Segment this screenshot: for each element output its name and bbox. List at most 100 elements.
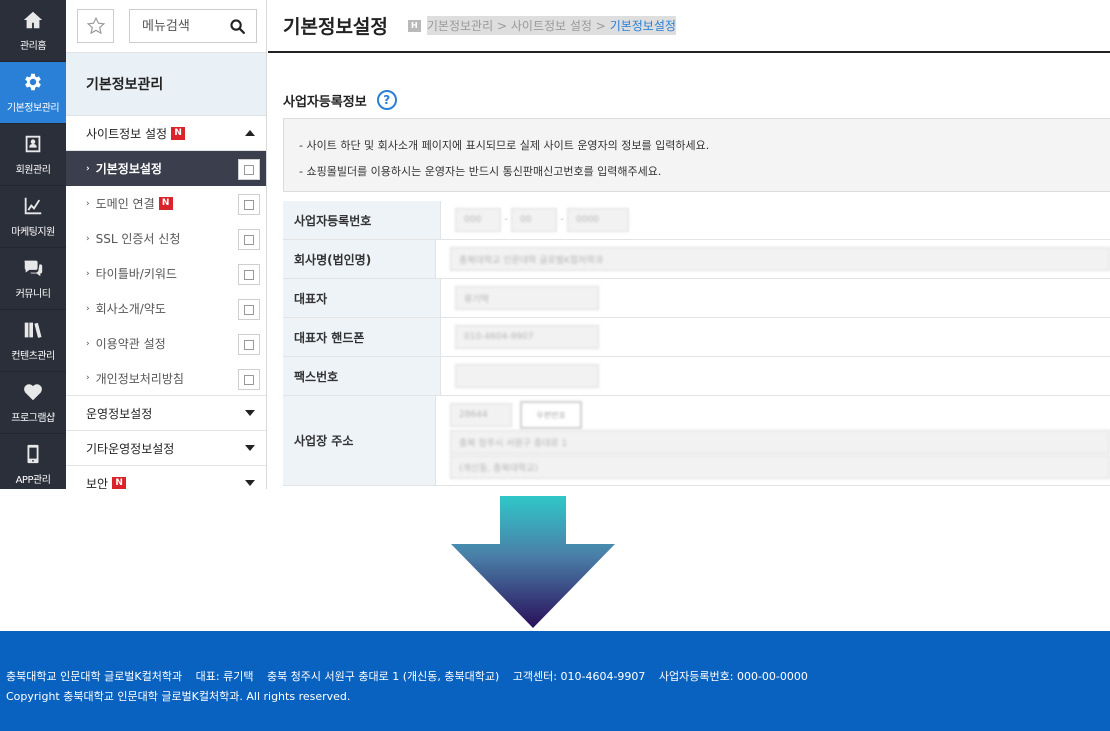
section-header: 사업자등록정보 ? — [283, 90, 397, 110]
caret-down-icon — [245, 480, 255, 486]
menu-toolbar — [66, 0, 266, 53]
menu-group-site-info[interactable]: 사이트정보 설정 N — [66, 116, 266, 151]
nav-label: 회원관리 — [15, 165, 51, 176]
menu-item-domain[interactable]: › 도메인 연결 N — [66, 186, 266, 221]
help-icon[interactable]: ? — [376, 90, 397, 110]
nav-community[interactable]: 커뮤니티 — [0, 248, 66, 310]
menu-group-label: 보안 — [86, 476, 109, 490]
footer-bizno: 사업자등록번호: 000-00-0000 — [658, 670, 808, 683]
page-root: 관리홈 기본정보관리 회원관리 마케팅지원 커뮤니티 컨텐츠관리 프로그램샵 A… — [0, 0, 1110, 731]
menu-item-label: 개인정보처리방침 — [95, 371, 184, 386]
menu-group-label: 운영정보설정 — [86, 406, 153, 421]
copy-icon[interactable] — [238, 194, 260, 215]
copy-icon[interactable] — [238, 159, 260, 180]
menu-group-operation[interactable]: 운영정보설정 — [66, 396, 266, 431]
nav-label: 마케팅지원 — [11, 227, 55, 238]
menu-item-basic-settings[interactable]: › 기본정보설정 — [66, 151, 266, 186]
field-label: 회사명(법인명) — [283, 240, 436, 278]
menu-group-other-operation[interactable]: 기타운영정보설정 — [66, 431, 266, 466]
menu-search — [129, 9, 257, 43]
copy-icon[interactable] — [238, 299, 260, 320]
ceo-input[interactable]: 류기택 — [455, 286, 599, 310]
menu-item-label: SSL 인증서 신청 — [95, 232, 181, 246]
breadcrumb-item[interactable]: 기본정보관리 — [427, 19, 493, 33]
nav-basic-info[interactable]: 기본정보관리 — [0, 62, 66, 124]
nav-marketing[interactable]: 마케팅지원 — [0, 186, 66, 248]
menu-group-security[interactable]: 보안 N — [66, 466, 266, 489]
menu-item-terms[interactable]: › 이용약관 설정 — [66, 326, 266, 361]
menu-group-label: 기타운영정보설정 — [86, 441, 175, 456]
nav-label: 컨텐츠관리 — [11, 351, 55, 362]
nav-label: 관리홈 — [19, 41, 47, 52]
notice-box: - 사이트 하단 및 회사소개 페이지에 표시되므로 실제 사이트 운영자의 정… — [283, 118, 1110, 192]
menu-item-label: 기본정보설정 — [95, 162, 162, 176]
nav-program-shop[interactable]: 프로그램샵 — [0, 372, 66, 434]
menu-item-label: 타이틀바/키워드 — [95, 267, 177, 281]
business-info-form: 사업자등록번호 000-00-0000 회사명(법인명) 충북대학교 인문대학 … — [283, 201, 1110, 486]
biz-no-part1-input[interactable]: 000 — [455, 208, 501, 232]
copy-icon[interactable] — [238, 264, 260, 285]
nav-admin-home[interactable]: 관리홈 — [0, 0, 66, 62]
field-value: 충북대학교 인문대학 글로벌K컬처학과 — [436, 240, 1110, 278]
notice-line: - 쇼핑몰빌더를 이용하시는 운영자는 반드시 통신판매신고번호를 입력해주세요… — [299, 165, 662, 178]
nav-label: 기본정보관리 — [6, 103, 60, 114]
field-label: 대표자 핸드폰 — [283, 318, 441, 356]
down-arrow-graphic — [449, 494, 617, 630]
copy-icon[interactable] — [238, 229, 260, 250]
copy-icon[interactable] — [238, 369, 260, 390]
ceo-phone-input[interactable]: 010-4604-9907 — [455, 325, 599, 349]
icon-sidebar: 관리홈 기본정보관리 회원관리 마케팅지원 커뮤니티 컨텐츠관리 프로그램샵 A… — [0, 0, 66, 489]
search-icon[interactable] — [229, 18, 246, 35]
footer-cs: 고객센터: 010-4604-9907 — [512, 670, 646, 683]
favorite-button[interactable] — [77, 9, 114, 43]
site-footer: 충북대학교 인문대학 글로벌K컬처학과 대표: 류기택 충북 청주시 서원구 충… — [0, 631, 1110, 731]
company-name-input[interactable]: 충북대학교 인문대학 글로벌K컬처학과 — [450, 247, 1110, 271]
bullet-arrow-icon: › — [86, 338, 90, 349]
dash: - — [560, 214, 564, 225]
address1-input[interactable]: 충북 청주시 서원구 충대로 1 — [450, 430, 1110, 454]
content-header: 기본정보설정 H 기본정보관리 > 사이트정보 설정 > 기본정보설정 — [268, 0, 1110, 53]
form-row-ceo: 대표자 류기택 — [283, 279, 1110, 318]
breadcrumb-separator: > — [496, 19, 508, 33]
bullet-arrow-icon: › — [86, 163, 90, 174]
menu-item-ssl[interactable]: › SSL 인증서 신청 — [66, 221, 266, 256]
home-badge-icon[interactable]: H — [407, 19, 421, 32]
bullet-arrow-icon: › — [86, 233, 90, 244]
menu-item-privacy[interactable]: › 개인정보처리방침 — [66, 361, 266, 396]
breadcrumb: 기본정보관리 > 사이트정보 설정 > 기본정보설정 — [426, 16, 676, 35]
field-value: 류기택 — [441, 279, 1110, 317]
menu-item-titlebar[interactable]: › 타이틀바/키워드 — [66, 256, 266, 291]
biz-no-part3-input[interactable]: 0000 — [567, 208, 629, 232]
menu-item-label: 회사소개/약도 — [95, 302, 166, 316]
footer-copyright: Copyright 충북대학교 인문대학 글로벌K컬처학과. All right… — [6, 690, 351, 703]
address2-input[interactable]: (개신동, 충북대학교) — [450, 455, 1110, 479]
nav-label: 프로그램샵 — [11, 413, 55, 424]
menu-search-input[interactable] — [142, 18, 226, 34]
field-label: 대표자 — [283, 279, 441, 317]
new-badge: N — [112, 476, 127, 489]
nav-app[interactable]: APP관리 — [0, 434, 66, 489]
field-value: 000-00-0000 — [441, 201, 1110, 239]
bullet-arrow-icon: › — [86, 198, 90, 209]
biz-no-part2-input[interactable]: 00 — [511, 208, 557, 232]
nav-contents[interactable]: 컨텐츠관리 — [0, 310, 66, 372]
breadcrumb-current: 기본정보설정 — [609, 19, 676, 33]
menu-item-company-intro[interactable]: › 회사소개/약도 — [66, 291, 266, 326]
nav-label: APP관리 — [15, 475, 51, 486]
nav-label: 커뮤니티 — [15, 289, 51, 300]
caret-down-icon — [245, 410, 255, 416]
chat-bubbles-icon — [24, 260, 43, 277]
fax-input[interactable] — [455, 364, 599, 388]
breadcrumb-separator: > — [595, 19, 606, 33]
field-label: 사업자등록번호 — [283, 201, 441, 239]
arrow-down-icon — [451, 496, 615, 628]
menu-item-label: 도메인 연결 — [95, 197, 155, 211]
field-value — [441, 357, 1110, 395]
zip-search-button[interactable]: 우편번호 — [520, 401, 582, 429]
zip-input[interactable]: 28644 — [450, 403, 512, 427]
nav-member[interactable]: 회원관리 — [0, 124, 66, 186]
copy-icon[interactable] — [238, 334, 260, 355]
breadcrumb-item[interactable]: 사이트정보 설정 — [511, 19, 592, 33]
form-row-phone: 대표자 핸드폰 010-4604-9907 — [283, 318, 1110, 357]
admin-screenshot: 관리홈 기본정보관리 회원관리 마케팅지원 커뮤니티 컨텐츠관리 프로그램샵 A… — [0, 0, 1110, 489]
